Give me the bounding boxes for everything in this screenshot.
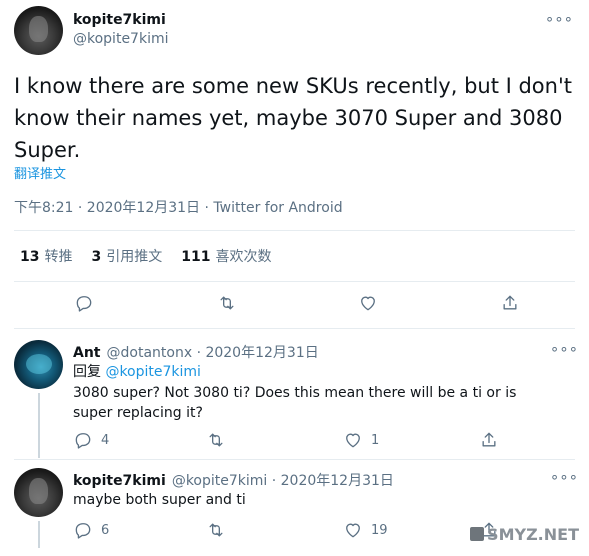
reply-button[interactable]: 4 — [73, 430, 109, 450]
retweets-stat[interactable]: 13 转推 — [20, 246, 72, 266]
tweet-actions — [0, 293, 589, 317]
reply-icon — [75, 433, 91, 449]
tweet-meta[interactable]: 下午8:21 · 2020年12月31日 · Twitter for Andro… — [14, 197, 343, 217]
reply-text: maybe both super and ti — [73, 492, 246, 508]
translate-link[interactable]: 翻译推文 — [14, 163, 66, 182]
avatar[interactable] — [14, 6, 63, 55]
share-button[interactable] — [500, 293, 520, 313]
watermark: SMYZ.NET — [470, 525, 579, 544]
more-icon[interactable]: ∘∘∘ — [550, 340, 578, 358]
like-icon — [346, 523, 360, 538]
reply-text: 3080 super? Not 3080 ti? Does this mean … — [73, 385, 517, 421]
quotes-stat[interactable]: 3 引用推文 — [91, 246, 162, 266]
reply-button[interactable] — [74, 293, 94, 313]
reply-count: 4 — [101, 432, 110, 448]
reply-actions: 4 1 — [0, 430, 589, 454]
tweet-text: I know there are some new SKUs recently,… — [14, 74, 572, 162]
reply-count: 6 — [101, 522, 110, 538]
author-handle[interactable]: @kopite7kimi — [73, 31, 168, 47]
retweet-button[interactable] — [206, 430, 226, 450]
divider — [14, 230, 575, 231]
retweet-button[interactable] — [217, 293, 237, 313]
author-handle[interactable]: @kopite7kimi — [172, 473, 267, 489]
retweet-icon — [220, 296, 234, 310]
replying-to: 回复 @kopite7kimi — [73, 362, 553, 382]
likes-stat[interactable]: 111 喜欢次数 — [181, 246, 271, 266]
reply-icon — [75, 523, 91, 539]
divider — [14, 328, 575, 329]
reply-header: Ant @dotantonx · 2020年12月31日 — [73, 342, 319, 362]
reply-button[interactable]: 6 — [73, 520, 109, 540]
divider — [14, 459, 575, 460]
reply-icon — [76, 296, 92, 312]
share-button[interactable] — [479, 430, 499, 450]
like-icon — [346, 433, 360, 448]
tweet-header: kopite7kimi @kopite7kimi ∘∘∘ — [14, 6, 575, 56]
tweet-stats: 13 转推 3 引用推文 111 喜欢次数 — [20, 246, 271, 266]
replying-prefix: 回复 — [73, 364, 101, 380]
author-name[interactable]: Ant — [73, 345, 101, 361]
share-icon — [503, 295, 517, 310]
author-name[interactable]: kopite7kimi — [73, 473, 166, 489]
avatar[interactable] — [14, 340, 63, 389]
retweet-icon — [209, 523, 223, 537]
like-button[interactable]: 19 — [343, 520, 388, 540]
replying-to-handle[interactable]: @kopite7kimi — [105, 364, 200, 380]
retweet-button[interactable] — [206, 520, 226, 540]
like-button[interactable] — [358, 293, 378, 313]
avatar[interactable] — [14, 468, 63, 517]
reply-date[interactable]: · 2020年12月31日 — [272, 473, 394, 489]
more-icon[interactable]: ∘∘∘ — [545, 10, 573, 28]
like-icon — [361, 296, 375, 311]
divider — [14, 281, 575, 282]
share-icon — [482, 432, 496, 447]
reply-header: kopite7kimi @kopite7kimi · 2020年12月31日 — [73, 470, 394, 490]
author-handle[interactable]: @dotantonx — [107, 345, 193, 361]
author-name[interactable]: kopite7kimi — [73, 12, 166, 28]
more-icon[interactable]: ∘∘∘ — [550, 468, 578, 486]
like-count: 1 — [371, 432, 380, 448]
like-button[interactable]: 1 — [343, 430, 379, 450]
shirt-icon — [470, 527, 485, 541]
retweet-icon — [209, 433, 223, 447]
reply-date[interactable]: · 2020年12月31日 — [197, 345, 319, 361]
like-count: 19 — [371, 522, 388, 538]
